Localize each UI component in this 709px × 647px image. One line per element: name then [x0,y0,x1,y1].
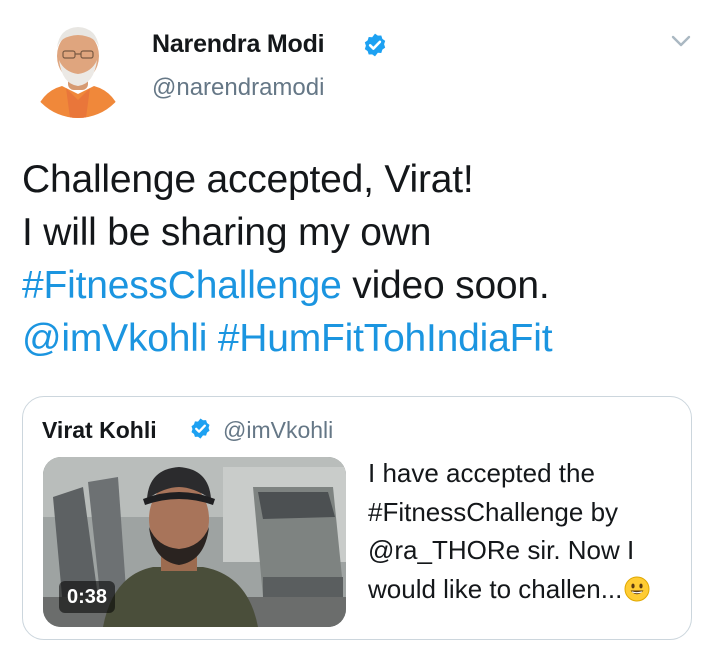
chevron-down-icon[interactable] [670,34,692,48]
tweet-text-line: Challenge accepted, Virat! [22,158,474,201]
grinning-face-emoji-icon [624,576,650,601]
video-player[interactable]: 0:38 [43,457,346,627]
quoted-tweet-text: I have accepted the #FitnessChallenge by… [368,454,688,608]
quoted-text-segment: would like to challen... [368,573,623,604]
author-avatar[interactable] [26,14,130,118]
quoted-tweet[interactable]: Virat Kohli @imVkohli 0:38 I have accept… [22,396,692,640]
profile-photo-avatar [26,14,130,118]
quoted-text-line: would like to challen... [368,570,688,609]
author-handle[interactable]: @narendramodi [152,74,324,102]
quoted-author-handle: @imVkohli [223,417,334,443]
tweet-text: Challenge accepted, Virat! I will be sha… [22,153,692,365]
video-duration-badge: 0:38 [59,581,116,613]
hashtag-link[interactable]: #HumFitTohIndiaFit [218,317,553,360]
tweet-card: Narendra Modi @narendramodi Challenge ac… [0,0,709,647]
tweet-text-line: @imVkohli #HumFitTohIndiaFit [22,312,692,365]
tweet-text-line: I will be sharing my own [22,211,432,254]
mention-link[interactable]: @imVkohli [22,317,207,360]
quoted-text-line: I have accepted the [368,458,595,488]
verified-badge-icon [364,33,386,57]
tweet-text-line: #FitnessChallenge video soon. [22,259,692,312]
tweet-text-segment [207,317,218,360]
quoted-text-line: #FitnessChallenge by [368,496,619,527]
tweet-text-segment: video soon. [341,264,550,307]
quoted-author-name: Virat Kohli [42,417,157,443]
verified-badge-icon [191,418,210,439]
hashtag-link[interactable]: #FitnessChallenge [22,264,342,307]
author-name[interactable]: Narendra Modi [152,30,325,59]
quoted-text-line: @ra_THORe sir. Now I [368,535,635,565]
